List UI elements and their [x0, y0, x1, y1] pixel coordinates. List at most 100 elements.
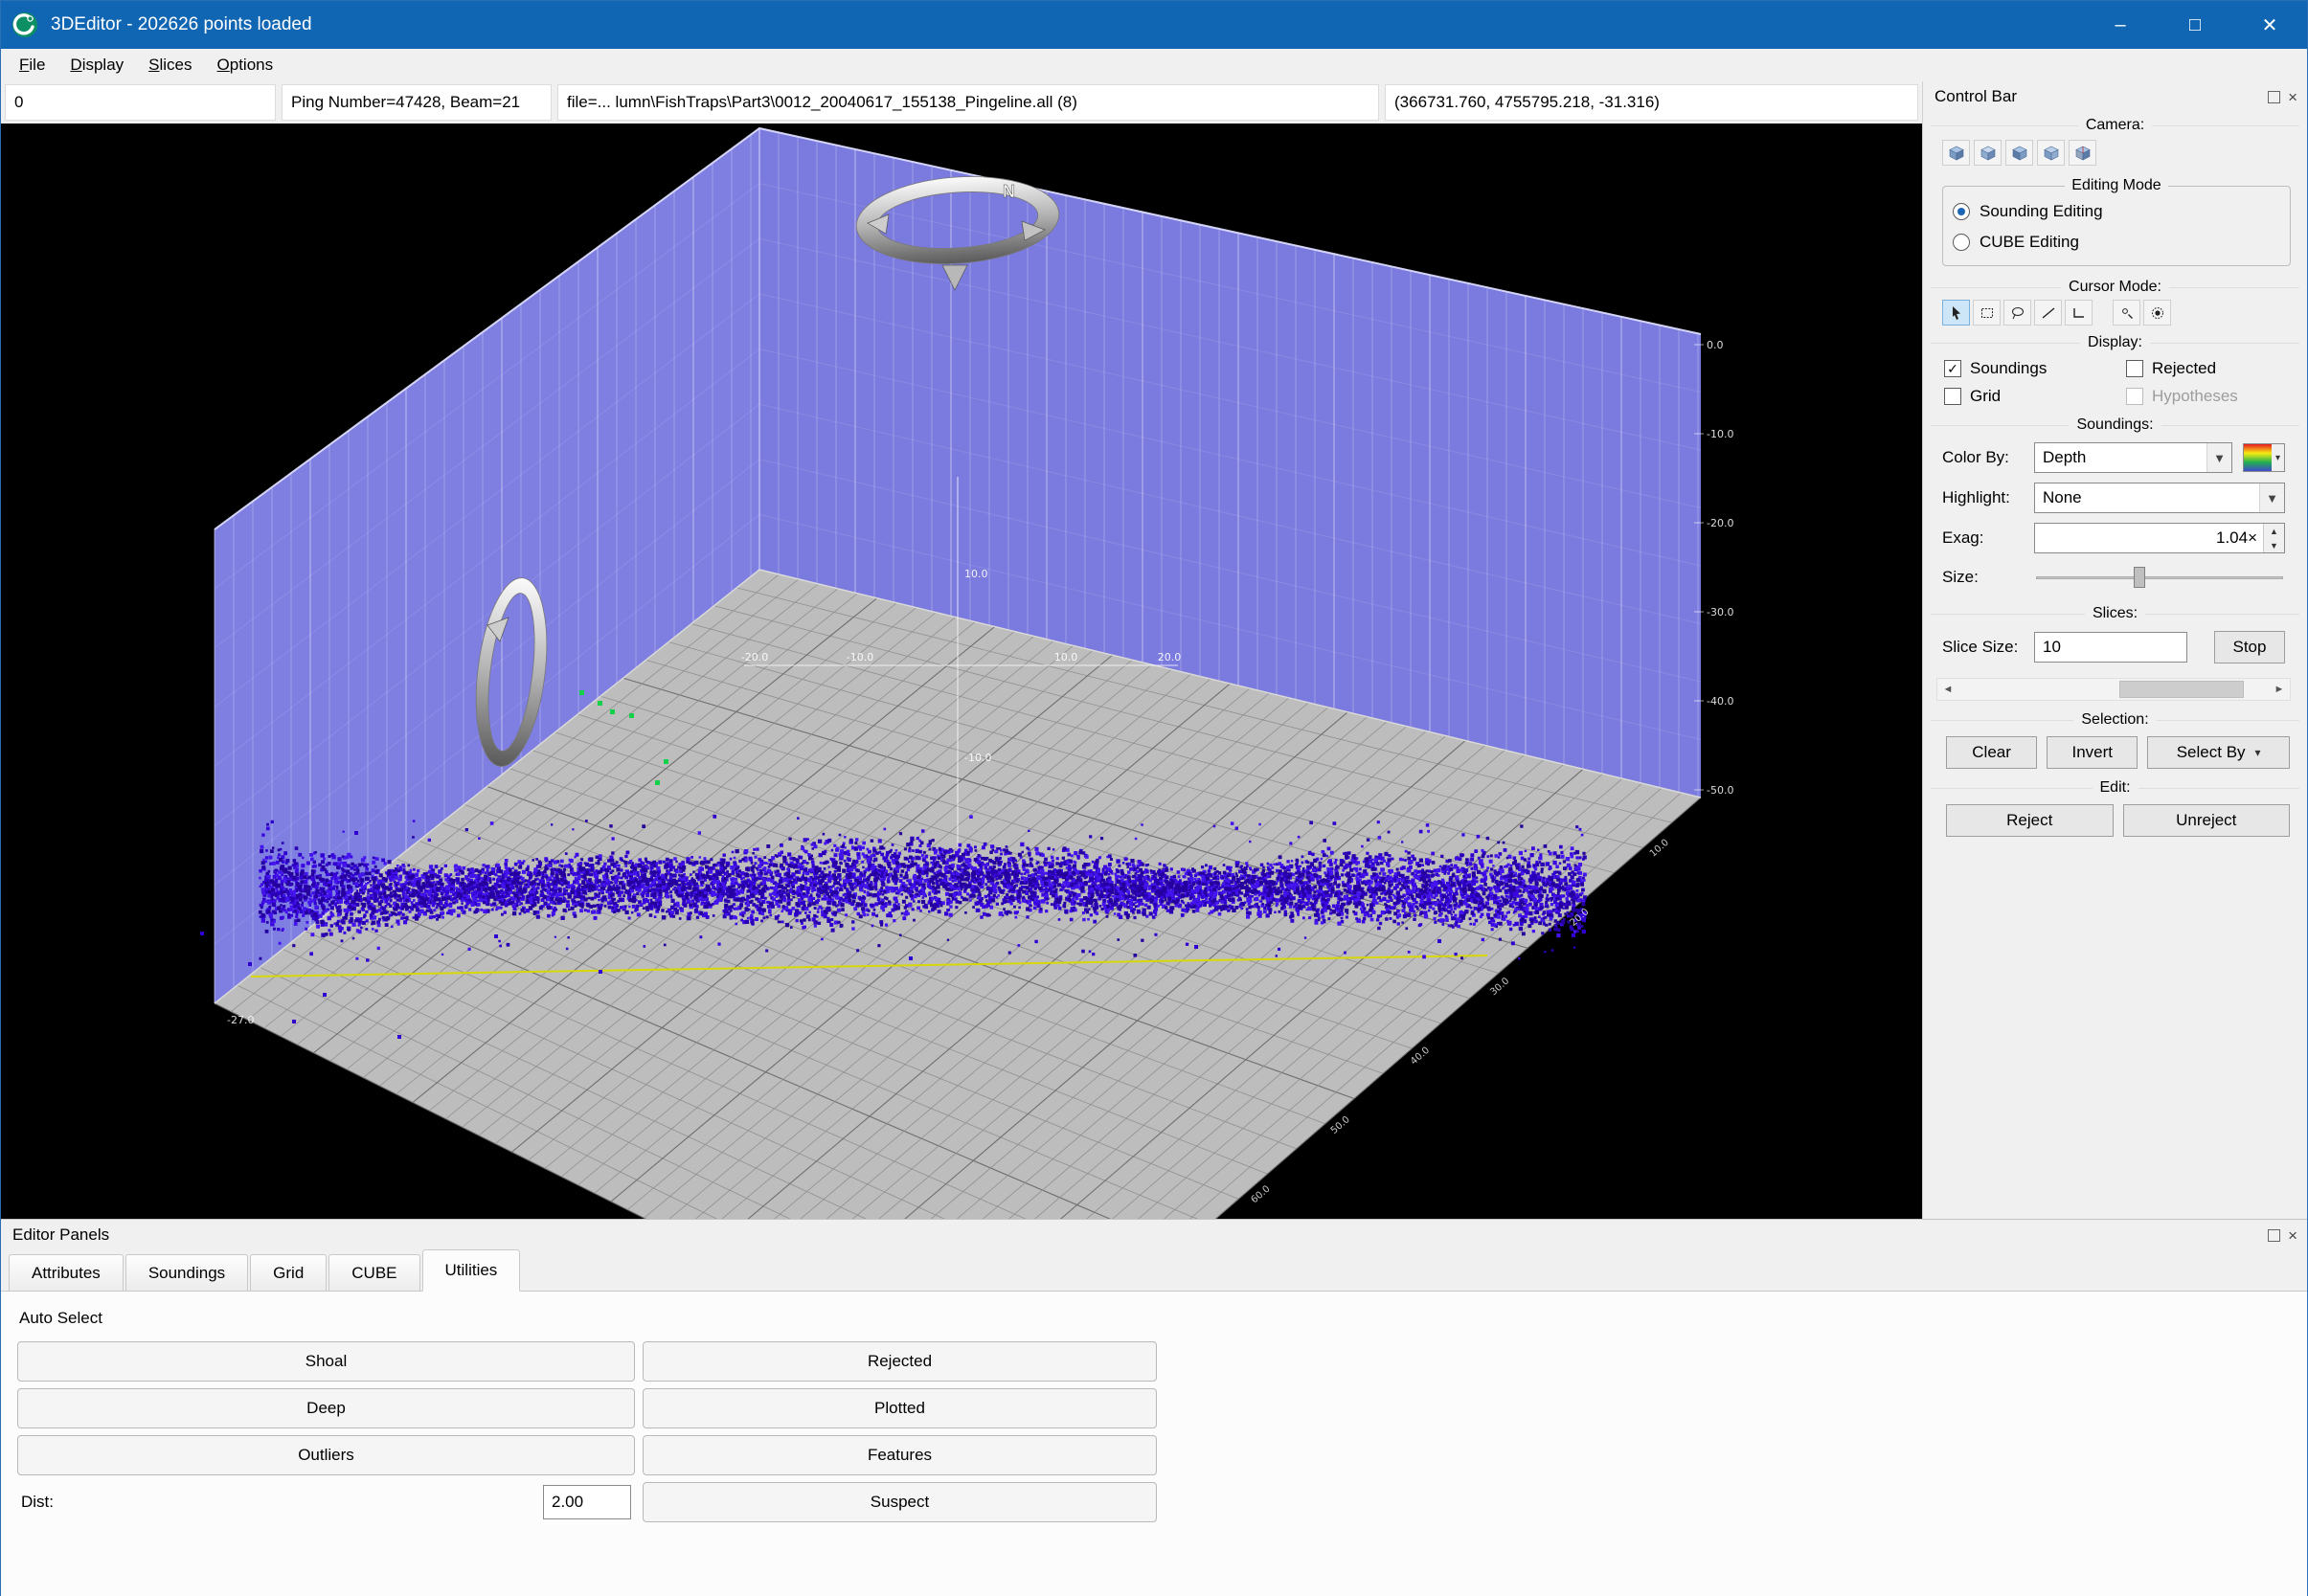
control-bar-panel: Control Bar × Camera: — [1922, 81, 2307, 1219]
highlighted-sounding — [598, 701, 602, 706]
spinner-up-icon[interactable]: ▲ — [2264, 524, 2284, 538]
soundings-checkbox[interactable]: Soundings — [1944, 359, 2126, 378]
chevron-down-icon: ▼ — [2259, 483, 2284, 512]
line-tool-button[interactable] — [2034, 300, 2062, 326]
window-title: 3DEditor - 202626 points loaded — [51, 14, 312, 35]
grid-checkbox[interactable]: Grid — [1944, 387, 2126, 406]
compass-north-label: N — [1003, 182, 1015, 201]
dist-label: Dist: — [21, 1493, 54, 1512]
svg-text:-10.0: -10.0 — [847, 651, 873, 663]
display-options: Soundings Rejected Grid Hypotheses — [1923, 355, 2307, 408]
outliers-button[interactable]: Outliers — [17, 1435, 635, 1475]
highlight-select[interactable]: None ▼ — [2034, 483, 2285, 513]
close-panel-icon[interactable]: × — [2288, 91, 2297, 103]
lasso-select-button[interactable] — [2003, 300, 2031, 326]
scroll-right-icon[interactable]: ► — [2269, 684, 2290, 695]
svg-text:-27.0: -27.0 — [227, 1014, 254, 1026]
tab-attributes[interactable]: Attributes — [9, 1254, 124, 1291]
checkbox-icon — [2126, 360, 2143, 377]
unreject-button[interactable]: Unreject — [2123, 804, 2291, 837]
tab-utilities[interactable]: Utilities — [422, 1249, 521, 1292]
colormap-gradient-icon — [2244, 444, 2272, 471]
pick-area-icon — [2150, 305, 2165, 321]
scroll-left-icon[interactable]: ◄ — [1937, 684, 1958, 695]
coordinates-field: (366731.760, 4755795.218, -31.316) — [1385, 84, 1918, 121]
camera-view-button-2[interactable] — [1974, 140, 2002, 166]
chevron-down-icon: ▾ — [2255, 746, 2261, 759]
editor-panels-title: Editor Panels — [12, 1225, 109, 1245]
color-by-select[interactable]: Depth ▼ — [2034, 442, 2232, 473]
tab-cube[interactable]: CUBE — [328, 1254, 419, 1291]
selection-label: Selection: — [1931, 711, 2299, 729]
slices-scrollbar[interactable]: ◄ ► — [1936, 678, 2291, 701]
rectangle-select-button[interactable] — [1973, 300, 2001, 326]
select-by-button[interactable]: Select By ▾ — [2147, 736, 2290, 769]
reject-button[interactable]: Reject — [1946, 804, 2114, 837]
camera-view-button-5[interactable] — [2069, 140, 2096, 166]
radio-cube-editing[interactable]: CUBE Editing — [1953, 227, 2280, 258]
scroll-track[interactable] — [1958, 679, 2269, 700]
cube-icon — [2043, 146, 2060, 161]
file-path-field: file=... lumn\FishTraps\Part3\0012_20040… — [557, 84, 1379, 121]
slice-size-label: Slice Size: — [1942, 638, 2026, 657]
undock-panel-icon[interactable] — [2268, 91, 2280, 103]
suspect-button[interactable]: Suspect — [643, 1482, 1157, 1522]
menu-file[interactable]: File — [7, 49, 57, 81]
point-cloud-scene[interactable]: -20.0-10.010.020.010.0-10.00.0-10.0-20.0… — [1, 124, 1922, 1219]
deep-button[interactable]: Deep — [17, 1388, 635, 1428]
highlight-label: Highlight: — [1942, 488, 2026, 507]
clear-button[interactable]: Clear — [1946, 736, 2037, 769]
camera-view-button-4[interactable] — [2037, 140, 2065, 166]
utilities-tab-content: Auto Select Shoal Rejected Deep Plotted … — [1, 1291, 2307, 1596]
spinner-down-icon[interactable]: ▼ — [2264, 538, 2284, 552]
minimize-button[interactable]: – — [2083, 1, 2158, 49]
menu-display[interactable]: Display — [57, 49, 136, 81]
menu-slices[interactable]: Slices — [136, 49, 204, 81]
maximize-button[interactable]: □ — [2158, 1, 2232, 49]
exag-spinner[interactable]: 1.04× ▲ ▼ — [2034, 523, 2285, 553]
rejected-button[interactable]: Rejected — [643, 1341, 1157, 1382]
camera-view-button-1[interactable] — [1942, 140, 1970, 166]
size-slider[interactable] — [2034, 563, 2285, 592]
stop-button[interactable]: Stop — [2214, 631, 2285, 663]
corner-tool-button[interactable] — [2065, 300, 2093, 326]
shoal-button[interactable]: Shoal — [17, 1341, 635, 1382]
svg-text:-10.0: -10.0 — [964, 752, 991, 764]
radio-sounding-editing[interactable]: Sounding Editing — [1953, 196, 2280, 227]
close-button[interactable]: ✕ — [2232, 1, 2307, 49]
cube-icon — [1980, 146, 1997, 161]
plotted-button[interactable]: Plotted — [643, 1388, 1157, 1428]
tab-grid[interactable]: Grid — [250, 1254, 327, 1291]
status-value-field: 0 — [5, 84, 276, 121]
edit-label: Edit: — [1931, 779, 2299, 797]
tab-soundings[interactable]: Soundings — [125, 1254, 248, 1291]
line-tool-icon — [2041, 305, 2056, 321]
colormap-button[interactable]: ▾ — [2243, 443, 2285, 472]
size-label: Size: — [1942, 568, 2026, 587]
features-button[interactable]: Features — [643, 1435, 1157, 1475]
menu-options[interactable]: Options — [205, 49, 286, 81]
dist-row: Dist: — [17, 1482, 635, 1522]
rejected-checkbox[interactable]: Rejected — [2126, 359, 2307, 378]
invert-button[interactable]: Invert — [2047, 736, 2138, 769]
checkbox-icon — [1944, 360, 1961, 377]
cursor-arrow-button[interactable] — [1942, 300, 1970, 326]
pick-area-button[interactable] — [2143, 300, 2171, 326]
arrow-cursor-icon — [1949, 305, 1964, 321]
3d-viewport[interactable]: -20.0-10.010.020.010.0-10.00.0-10.0-20.0… — [1, 124, 1922, 1219]
pick-point-button[interactable] — [2113, 300, 2140, 326]
slider-thumb[interactable] — [2134, 567, 2145, 588]
dist-input[interactable] — [543, 1485, 631, 1519]
chevron-down-icon: ▾ — [2272, 444, 2284, 471]
auto-select-label: Auto Select — [19, 1309, 2307, 1328]
slice-size-input[interactable] — [2034, 632, 2187, 663]
svg-text:-30.0: -30.0 — [1707, 606, 1733, 618]
camera-view-button-3[interactable] — [2005, 140, 2033, 166]
scroll-thumb[interactable] — [2119, 681, 2244, 698]
camera-toolbar — [1923, 138, 2307, 168]
undock-panel-icon[interactable] — [2268, 1229, 2280, 1242]
close-panel-icon[interactable]: × — [2288, 1229, 2297, 1242]
ping-beam-field: Ping Number=47428, Beam=21 — [282, 84, 552, 121]
display-label: Display: — [1931, 334, 2299, 351]
svg-text:-40.0: -40.0 — [1707, 695, 1733, 708]
